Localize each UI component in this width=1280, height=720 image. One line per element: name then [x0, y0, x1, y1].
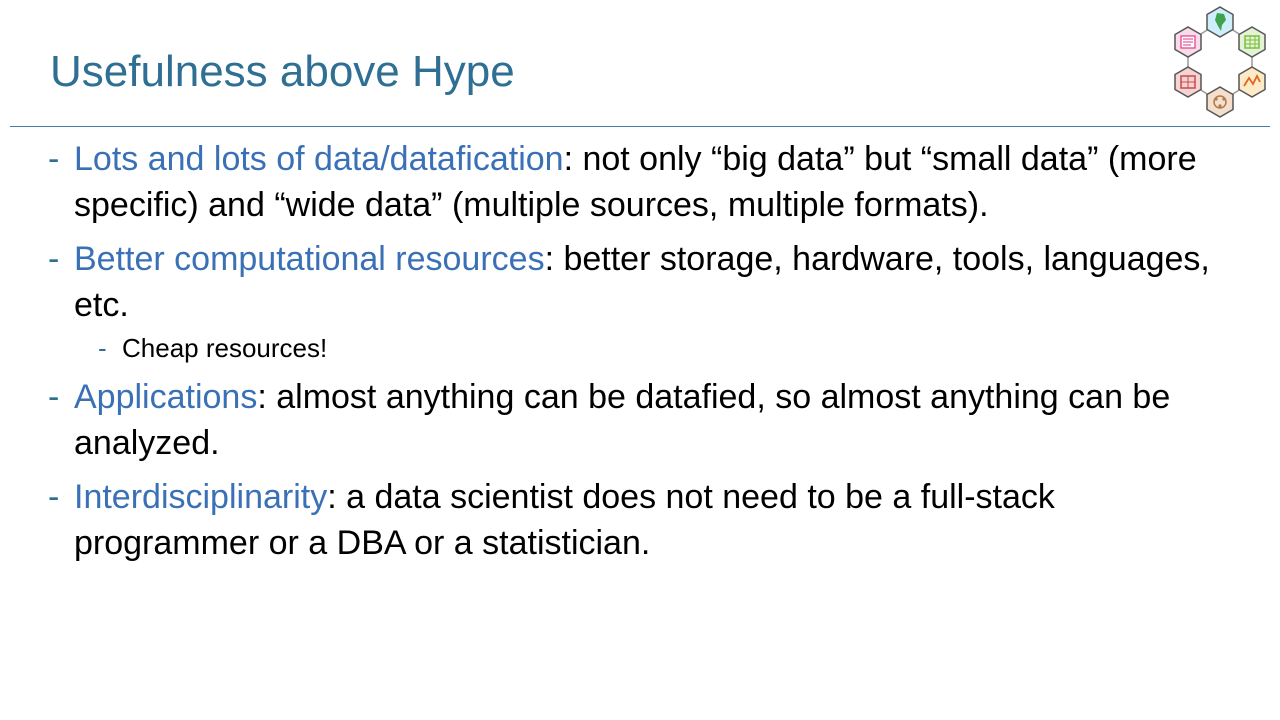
sub-bullet-dash: -	[98, 333, 107, 363]
bullet-item: - Interdisciplinarity: a data scientist d…	[48, 474, 1248, 566]
bullet-dash: -	[48, 478, 60, 516]
bullet-dash: -	[48, 240, 60, 278]
bullet-item: - Better computational resources: better …	[48, 236, 1248, 328]
bullet-item: - Applications: almost anything can be da…	[48, 374, 1248, 466]
bullet-keyword: Lots and lots of data/datafication	[74, 140, 564, 178]
bullet-dash: -	[48, 378, 60, 416]
slide-title: Usefulness above Hype	[50, 47, 515, 96]
bullet-keyword: Better computational resources	[74, 240, 545, 278]
slide: Usefulness above Hype - Lots and lots of…	[0, 0, 1280, 720]
bullet-keyword: Applications	[74, 378, 258, 416]
sub-bullet-text: Cheap resources!	[122, 333, 328, 363]
slide-content: - Lots and lots of data/datafication: not…	[48, 136, 1248, 574]
hexagon-cluster-logo-icon	[1174, 6, 1266, 118]
title-divider	[10, 126, 1270, 127]
bullet-keyword: Interdisciplinarity	[74, 478, 328, 516]
bullet-dash: -	[48, 140, 60, 178]
sub-bullet-item: - Cheap resources!	[48, 330, 1248, 366]
bullet-item: - Lots and lots of data/datafication: not…	[48, 136, 1248, 228]
